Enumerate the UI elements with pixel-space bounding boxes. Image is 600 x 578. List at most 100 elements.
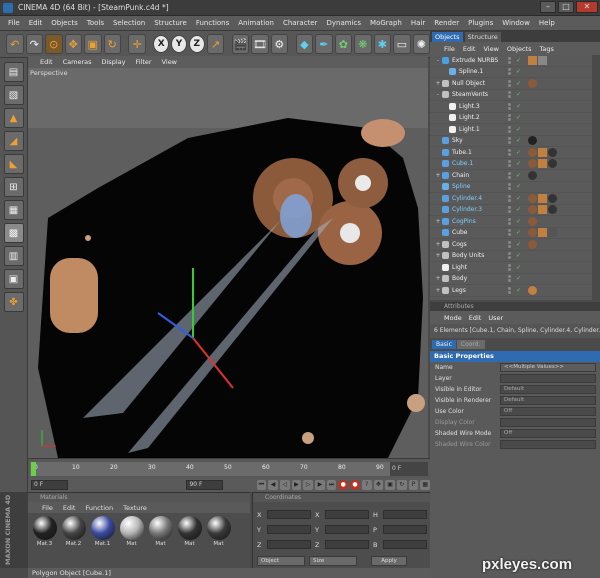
axis-x-button[interactable]: X <box>153 35 170 53</box>
next-frame-icon[interactable]: ▷ <box>303 480 314 490</box>
expand-toggle[interactable]: - <box>434 91 442 98</box>
visibility-dots[interactable] <box>508 137 511 145</box>
objects-menu-objects[interactable]: Objects <box>507 45 532 53</box>
visibility-dots[interactable] <box>508 160 511 168</box>
enable-check-icon[interactable]: ✓ <box>516 91 521 98</box>
redo-icon[interactable]: ↷ <box>25 34 43 54</box>
menu-file[interactable]: File <box>8 19 20 27</box>
menu-tools[interactable]: Tools <box>87 19 104 27</box>
viewport-menu-view[interactable]: View <box>162 58 177 66</box>
objects-menu-view[interactable]: View <box>483 45 498 53</box>
material-swatch[interactable]: Mat <box>119 516 144 547</box>
start-frame-field[interactable]: 0 F <box>31 480 68 490</box>
menu-dynamics[interactable]: Dynamics <box>327 19 362 27</box>
object-mode-icon[interactable]: ◢ <box>3 131 24 151</box>
menu-animation[interactable]: Animation <box>238 19 274 27</box>
materials-menu-texture[interactable]: Texture <box>123 504 147 512</box>
axis-y-button[interactable]: Y <box>171 35 187 53</box>
attribute-value[interactable] <box>500 440 596 449</box>
object-row[interactable]: Light.2 ✓ <box>430 113 592 124</box>
enable-check-icon[interactable]: ✓ <box>516 126 521 133</box>
viewport-menu-cameras[interactable]: Cameras <box>63 58 92 66</box>
material-tag-icon[interactable] <box>548 147 557 157</box>
material-tag-icon[interactable] <box>548 193 557 203</box>
object-row[interactable]: Cylinder.3 ✓ <box>430 205 592 216</box>
enable-check-icon[interactable]: ✓ <box>516 195 521 202</box>
visibility-dots[interactable] <box>508 148 511 156</box>
menu-plugins[interactable]: Plugins <box>468 19 493 27</box>
expand-toggle[interactable]: + <box>434 80 442 87</box>
position-key-icon[interactable]: ✥ <box>373 480 384 490</box>
menu-mograph[interactable]: MoGraph <box>370 19 402 27</box>
coord-rotation-field[interactable] <box>383 510 427 519</box>
coordinate-system-icon[interactable]: ↗ <box>206 34 225 54</box>
object-row[interactable]: Spline ✓ <box>430 182 592 193</box>
object-row[interactable]: Light.3 ✓ <box>430 101 592 113</box>
size-select[interactable]: Size <box>309 556 357 566</box>
scale-icon[interactable]: ▣ <box>84 34 102 54</box>
enable-check-icon[interactable]: ✓ <box>516 172 521 179</box>
visibility-dots[interactable] <box>508 252 511 260</box>
coord-rotation-field[interactable] <box>383 540 427 549</box>
materials-menu-function[interactable]: Function <box>85 504 113 512</box>
visibility-dots[interactable] <box>508 68 511 76</box>
minimize-button[interactable]: – <box>540 1 556 13</box>
material-tag-icon[interactable] <box>528 228 537 238</box>
texture-tag-icon[interactable] <box>538 228 547 238</box>
attr-tab-coord[interactable]: Coord. <box>456 339 485 349</box>
visibility-dots[interactable] <box>508 56 511 64</box>
menu-structure[interactable]: Structure <box>154 19 187 27</box>
expand-toggle[interactable]: + <box>434 241 442 248</box>
texture-tag-icon[interactable] <box>538 193 547 203</box>
attribute-value[interactable] <box>500 374 596 383</box>
enable-check-icon[interactable]: ✓ <box>516 149 521 156</box>
enable-check-icon[interactable]: ✓ <box>516 137 521 144</box>
materials-menu-file[interactable]: File <box>42 504 53 512</box>
menu-hair[interactable]: Hair <box>411 19 425 27</box>
menu-render[interactable]: Render <box>434 19 459 27</box>
prev-key-icon[interactable]: ◀ <box>268 480 278 490</box>
coord-size-field[interactable] <box>325 540 369 549</box>
visibility-dots[interactable] <box>508 229 511 237</box>
render-view-icon[interactable]: 🎬 <box>231 34 250 54</box>
prev-frame-icon[interactable]: ◁ <box>279 480 290 490</box>
visibility-dots[interactable] <box>508 206 511 214</box>
objects-menu-file[interactable]: File <box>444 45 455 53</box>
menu-character[interactable]: Character <box>283 19 318 27</box>
polygon-mode-icon[interactable]: ▩ <box>3 223 24 243</box>
texture-tag-icon[interactable] <box>538 205 547 215</box>
coord-size-field[interactable] <box>325 525 369 534</box>
attributes-menu-user[interactable]: User <box>488 314 503 322</box>
visibility-dots[interactable] <box>508 183 511 191</box>
undo-icon[interactable]: ↶ <box>6 34 24 54</box>
viewport-menu-filter[interactable]: Filter <box>135 58 151 66</box>
menu-edit[interactable]: Edit <box>29 19 43 27</box>
viewport-menu-display[interactable]: Display <box>102 58 126 66</box>
material-tag-icon[interactable] <box>528 239 537 249</box>
material-tag-icon[interactable] <box>528 170 537 180</box>
object-row[interactable]: Light ✓ <box>430 262 592 274</box>
render-settings-icon[interactable]: ⚙ <box>270 34 289 54</box>
coord-rotation-field[interactable] <box>383 525 427 534</box>
texture-tag-icon[interactable] <box>548 228 557 238</box>
coord-position-field[interactable] <box>267 510 311 519</box>
playhead[interactable] <box>31 462 36 476</box>
enable-check-icon[interactable]: ✓ <box>516 206 521 213</box>
object-row[interactable]: Cube ✓ <box>430 228 592 239</box>
goto-end-icon[interactable]: ⏭ <box>326 480 337 490</box>
object-row[interactable]: Cube.1 ✓ <box>430 159 592 170</box>
enable-check-icon[interactable]: ✓ <box>516 103 521 110</box>
object-row[interactable]: + Null Object ✓ <box>430 78 592 90</box>
menu-functions[interactable]: Functions <box>196 19 229 27</box>
model-mode-icon[interactable]: ▲ <box>3 108 24 128</box>
object-row[interactable]: + Cogs ✓ <box>430 239 592 251</box>
object-row[interactable]: + Legs ✓ <box>430 285 592 297</box>
expand-toggle[interactable]: + <box>434 287 442 294</box>
expand-toggle[interactable]: - <box>434 57 442 64</box>
expand-toggle[interactable]: + <box>434 218 442 225</box>
material-tag-icon[interactable] <box>528 78 537 88</box>
expand-toggle[interactable]: + <box>434 252 442 259</box>
pla-key-icon[interactable]: ▦ <box>420 480 431 490</box>
enable-check-icon[interactable]: ✓ <box>516 68 521 75</box>
texture-tag-icon[interactable] <box>528 55 537 65</box>
